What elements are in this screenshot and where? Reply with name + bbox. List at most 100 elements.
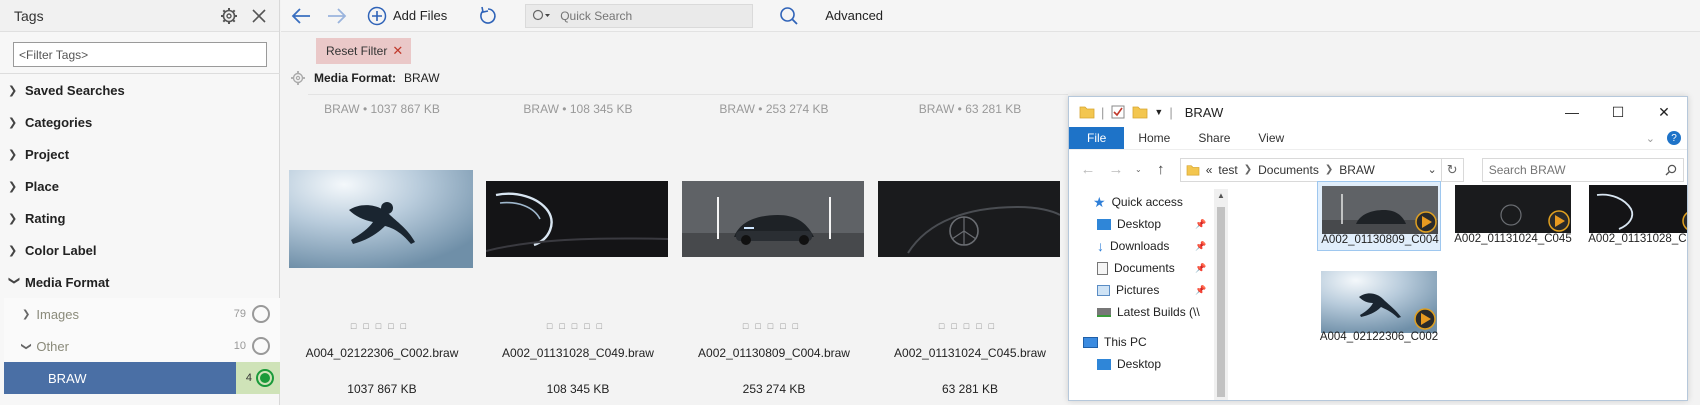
file-thumbnail [1455,185,1571,233]
forward-arrow-icon[interactable]: → [1107,161,1125,178]
search-icon[interactable] [1665,164,1677,176]
pin-icon[interactable]: 📌 [1195,285,1206,296]
desktop-icon [1097,358,1111,370]
computer-icon [1083,336,1098,348]
tag-toggle-on-icon[interactable] [256,369,274,387]
new-folder-icon[interactable] [1132,105,1148,119]
tag-group-label: Saved Searches [25,82,125,98]
properties-check-icon[interactable] [1110,104,1126,120]
ribbon-tab-view[interactable]: View [1244,127,1298,149]
maximize-icon[interactable]: ☐ [1595,97,1641,127]
quick-search-box[interactable] [525,3,754,28]
help-icon[interactable]: ? [1667,131,1681,145]
ribbon-tab-home[interactable]: Home [1124,127,1184,149]
nav-documents[interactable]: Documents 📌 [1097,257,1206,279]
file-name: A004_02122306_C002 [1319,331,1439,343]
rating-stars[interactable]: □□□□□ [480,321,676,331]
search-options-icon[interactable] [532,9,552,23]
address-overflow[interactable]: « [1206,163,1213,177]
address-segment[interactable]: BRAW [1339,163,1375,177]
chevron-right-icon: ❯ [8,212,18,225]
tag-group-place[interactable]: ❯ Place [0,170,280,202]
thumbnail-image[interactable] [289,170,473,268]
tags-panel-header: Tags [0,0,279,32]
tag-group-color-label[interactable]: ❯ Color Label [0,234,280,266]
pictures-icon [1097,284,1110,296]
nav-pane-scrollbar[interactable]: ▲ [1214,189,1228,400]
address-dropdown-icon[interactable]: ⌄ [1427,163,1436,176]
nav-latest-builds[interactable]: Latest Builds (\\ [1097,301,1200,323]
tag-item-braw[interactable]: BRAW 4 [4,362,280,394]
tag-item-images[interactable]: ❯ Images 79 [4,298,280,330]
explorer-file-item[interactable]: A002_01130809_C004 [1317,181,1441,251]
scrollbar-thumb[interactable] [1217,207,1225,397]
tag-item-count: 4 [245,372,252,384]
close-icon[interactable]: ✕ [1641,97,1687,127]
minimize-icon[interactable]: — [1549,97,1595,127]
add-files-label: Add Files [393,8,448,23]
customize-toolbar-icon[interactable]: ▼ [1154,107,1163,117]
address-segment[interactable]: Documents [1258,163,1319,177]
tag-group-project[interactable]: ❯ Project [0,138,280,170]
close-icon[interactable]: ✕ [392,43,403,59]
filter-tags-input[interactable] [13,42,267,67]
explorer-title-bar[interactable]: | ▼ | BRAW — ☐ ✕ [1069,97,1687,127]
tags-panel-title: Tags [14,7,44,24]
expand-ribbon-icon[interactable]: ⌄ [1646,132,1655,145]
refresh-icon[interactable] [471,2,505,30]
quick-search-input[interactable] [560,8,731,23]
back-arrow-icon[interactable]: ← [1079,161,1097,178]
up-arrow-icon[interactable]: ↑ [1152,161,1170,178]
tag-group-label: Project [25,146,70,162]
nav-quick-access[interactable]: ★ Quick access [1093,191,1183,213]
explorer-search-input[interactable] [1488,162,1665,177]
content-divider [308,94,1068,95]
nav-downloads[interactable]: ↓ Downloads 📌 [1097,235,1206,257]
tag-group-rating[interactable]: ❯ Rating [0,202,280,234]
explorer-file-item[interactable]: A002_01131024_C045 [1451,181,1575,251]
tag-group-media-format[interactable]: ❯ Media Format [0,266,280,298]
pin-icon[interactable]: 📌 [1195,241,1206,252]
thumbnail-image[interactable] [486,181,668,257]
tag-group-saved-searches[interactable]: ❯ Saved Searches [0,74,280,106]
ribbon-tab-share[interactable]: Share [1184,127,1244,149]
rating-stars[interactable]: □□□□□ [872,321,1068,331]
tag-item-label: BRAW [48,370,87,386]
thumbnail-image[interactable] [878,181,1060,257]
tag-item-other[interactable]: ❯ Other 10 [4,330,280,362]
chevron-right-icon: ❯ [8,84,18,97]
file-name: A002_01130809_C004 [1321,234,1439,246]
nav-desktop[interactable]: Desktop 📌 [1097,213,1206,235]
pin-icon[interactable]: 📌 [1195,263,1206,274]
reset-filter-button[interactable]: Reset Filter ✕ [316,38,412,64]
tag-group-categories[interactable]: ❯ Categories [0,106,280,138]
scroll-up-icon[interactable]: ▲ [1217,191,1225,200]
thumbnail-size: 1037 867 KB [347,382,417,396]
thumbnail-filename: A002_01131028_C049.braw [502,346,654,360]
tag-toggle-icon[interactable] [252,337,270,355]
pin-icon[interactable]: 📌 [1195,219,1206,230]
advanced-search-button[interactable]: Advanced [825,2,883,30]
chevron-right-icon: ❯ [8,244,18,257]
explorer-file-item[interactable]: A004_02122306_C002 [1317,267,1441,343]
rating-stars[interactable]: □□□□□ [284,321,480,331]
gear-icon[interactable] [217,4,241,28]
rating-stars[interactable]: □□□□□ [676,321,872,331]
forward-arrow-icon[interactable] [319,2,355,30]
gear-icon[interactable] [290,70,306,86]
add-files-button[interactable]: Add Files [367,2,447,30]
ribbon-tab-file[interactable]: File [1069,127,1125,149]
close-icon[interactable] [247,4,271,28]
nav-this-pc[interactable]: This PC [1083,331,1147,353]
folder-icon [1186,164,1200,175]
tag-toggle-icon[interactable] [252,305,270,323]
search-icon[interactable] [769,2,809,30]
recent-locations-icon[interactable]: ⌄ [1135,165,1142,174]
back-arrow-icon[interactable] [283,2,319,30]
thumbnail-image[interactable] [682,181,864,257]
explorer-file-item[interactable]: A002_01131028_C049 [1585,181,1687,251]
thumbnail-filename: A002_01130809_C004.braw [698,346,850,360]
nav-pictures[interactable]: Pictures 📌 [1097,279,1206,301]
address-segment[interactable]: test [1218,163,1237,177]
nav-desktop-pc[interactable]: Desktop [1097,353,1161,375]
